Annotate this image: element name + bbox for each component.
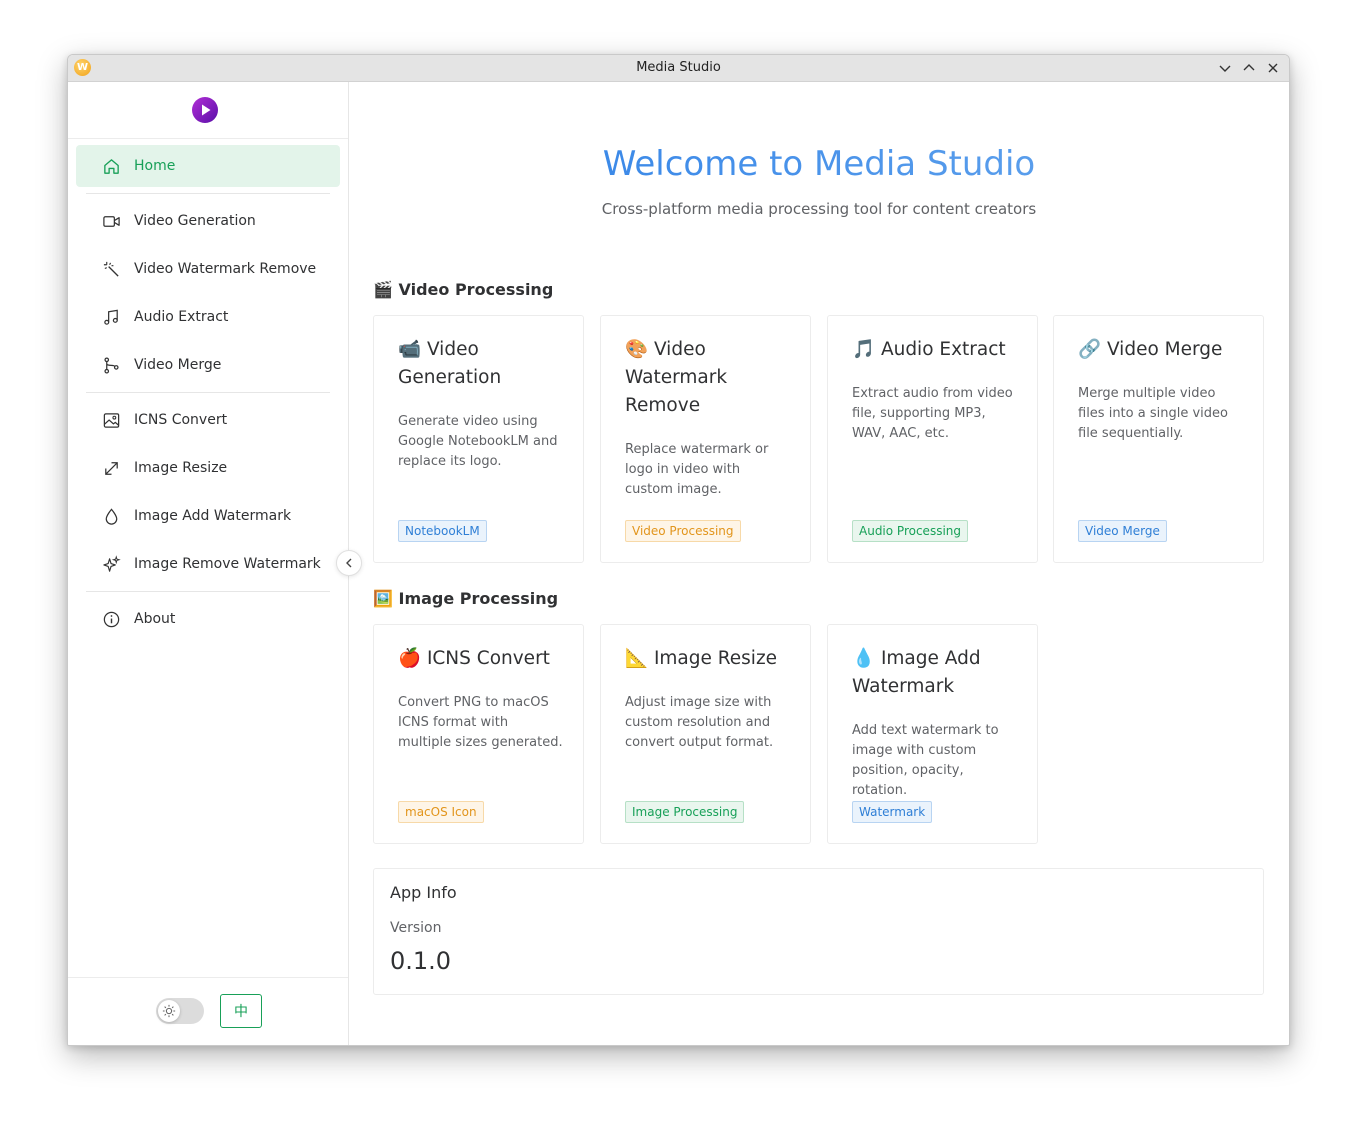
sidebar-item-label: ICNS Convert <box>134 412 228 428</box>
close-button[interactable] <box>1264 59 1282 77</box>
sidebar-item-home[interactable]: Home <box>76 145 340 187</box>
sidebar-item-label: Video Merge <box>134 357 222 373</box>
maximize-button[interactable] <box>1240 59 1258 77</box>
sidebar-footer-divider <box>68 977 348 978</box>
card-title: 🎵 Audio Extract <box>852 339 1006 360</box>
sidebar-item-label: Audio Extract <box>134 309 229 325</box>
sparkles-icon <box>100 553 122 575</box>
version-label: Version <box>390 920 442 936</box>
sidebar-item-label: Image Resize <box>134 460 228 476</box>
app-info-card: App Info Version 0.1.0 <box>373 868 1264 995</box>
minimize-button[interactable] <box>1216 59 1234 77</box>
video-camera-icon <box>100 210 122 232</box>
card-description: Generate video using Google NotebookLM a… <box>398 414 558 469</box>
sidebar-divider <box>86 193 330 194</box>
music-note-icon <box>100 306 122 328</box>
sidebar-item-label: Image Remove Watermark <box>134 556 321 572</box>
card-title: 🍎 ICNS Convert <box>398 648 550 669</box>
resize-arrow-icon <box>100 457 122 479</box>
sidebar-item-label: Home <box>134 158 176 174</box>
card-description: Convert PNG to macOS ICNS format with mu… <box>398 695 563 750</box>
language-switch-button[interactable]: 中 <box>220 994 262 1028</box>
card-tag: NotebookLM <box>398 520 487 542</box>
sidebar-item-audio-extract[interactable]: Audio Extract <box>76 296 340 338</box>
theme-toggle[interactable] <box>156 998 204 1024</box>
sidebar-item-label: About <box>134 611 176 627</box>
sidebar-item-icns-convert[interactable]: ICNS Convert <box>76 399 340 441</box>
image-icon <box>100 409 122 431</box>
sidebar-item-image-resize[interactable]: Image Resize <box>76 447 340 489</box>
page-subtitle: Cross-platform media processing tool for… <box>601 200 1037 218</box>
card-video-generation[interactable]: 📹 Video Generation Generate video using … <box>373 315 584 563</box>
card-tag: Audio Processing <box>852 520 968 542</box>
merge-icon <box>100 354 122 376</box>
link-icon: 🔗 <box>1078 339 1102 360</box>
sidebar-divider <box>86 392 330 393</box>
palette-icon: 🎨 <box>625 339 649 360</box>
card-description: Merge multiple video files into a single… <box>1078 386 1228 441</box>
droplet-icon <box>100 505 122 527</box>
card-image-resize[interactable]: 📐 Image Resize Adjust image size with cu… <box>600 624 811 844</box>
card-description: Add text watermark to image with custom … <box>852 723 999 798</box>
card-title: 💧 Image Add Watermark <box>852 648 981 697</box>
card-title: 🎨 Video Watermark Remove <box>625 339 728 416</box>
card-tag: Video Processing <box>625 520 741 542</box>
card-title: 📐 Image Resize <box>625 648 778 669</box>
sidebar-item-label: Video Watermark Remove <box>134 261 317 277</box>
droplet-icon: 💧 <box>852 648 876 669</box>
card-icns-convert[interactable]: 🍎 ICNS Convert Convert PNG to macOS ICNS… <box>373 624 584 844</box>
app-info-title: App Info <box>390 883 457 902</box>
version-value: 0.1.0 <box>390 947 452 975</box>
home-icon <box>100 155 122 177</box>
sidebar-item-video-merge[interactable]: Video Merge <box>76 344 340 386</box>
sidebar-item-label: Video Generation <box>134 213 256 229</box>
sidebar-item-about[interactable]: About <box>76 598 340 640</box>
card-video-watermark-remove[interactable]: 🎨 Video Watermark Remove Replace waterma… <box>600 315 811 563</box>
card-video-merge[interactable]: 🔗 Video Merge Merge multiple video files… <box>1053 315 1264 563</box>
main-content: Welcome to Media Studio Cross-platform m… <box>349 82 1289 1045</box>
sidebar-item-video-watermark-remove[interactable]: Video Watermark Remove <box>76 248 340 290</box>
section-title-video-processing: 🎬 Video Processing <box>373 280 554 299</box>
magic-wand-icon <box>100 258 122 280</box>
sidebar-item-image-add-watermark[interactable]: Image Add Watermark <box>76 495 340 537</box>
card-tag: Video Merge <box>1078 520 1167 542</box>
sun-icon <box>158 1000 180 1022</box>
card-tag: Watermark <box>852 801 933 823</box>
info-icon <box>100 608 122 630</box>
app-logo <box>191 96 219 124</box>
window-title: Media Studio <box>636 60 721 75</box>
picture-icon: 🖼️ <box>373 589 393 608</box>
app-window: W Media Studio Home Video Generation Vid… <box>67 54 1290 1046</box>
card-title: 📹 Video Generation <box>398 339 502 388</box>
card-tag: macOS Icon <box>398 801 484 823</box>
chevron-left-icon <box>346 558 352 568</box>
section-title-image-processing: 🖼️ Image Processing <box>373 589 559 608</box>
apple-icon: 🍎 <box>398 648 422 669</box>
triangle-ruler-icon: 📐 <box>625 648 649 669</box>
clapper-board-icon: 🎬 <box>373 280 393 299</box>
card-description: Adjust image size with custom resolution… <box>625 695 774 750</box>
card-description: Extract audio from video file, supportin… <box>852 386 1013 441</box>
video-camera-icon: 📹 <box>398 339 422 360</box>
sidebar-item-label: Image Add Watermark <box>134 508 292 524</box>
card-title: 🔗 Video Merge <box>1078 339 1223 360</box>
card-tag: Image Processing <box>625 801 745 823</box>
music-note-icon: 🎵 <box>852 339 876 360</box>
sidebar: Home Video Generation Video Watermark Re… <box>68 82 349 1045</box>
page-title: Welcome to Media Studio <box>349 144 1289 184</box>
card-description: Replace watermark or logo in video with … <box>625 442 769 497</box>
sidebar-divider <box>86 591 330 592</box>
card-image-add-watermark[interactable]: 💧 Image Add Watermark Add text watermark… <box>827 624 1038 844</box>
title-bar: W Media Studio <box>68 55 1289 82</box>
sidebar-item-image-remove-watermark[interactable]: Image Remove Watermark <box>76 543 340 585</box>
sidebar-divider <box>68 138 348 139</box>
card-audio-extract[interactable]: 🎵 Audio Extract Extract audio from video… <box>827 315 1038 563</box>
sidebar-item-video-generation[interactable]: Video Generation <box>76 200 340 242</box>
sidebar-collapse-button[interactable] <box>336 550 362 576</box>
